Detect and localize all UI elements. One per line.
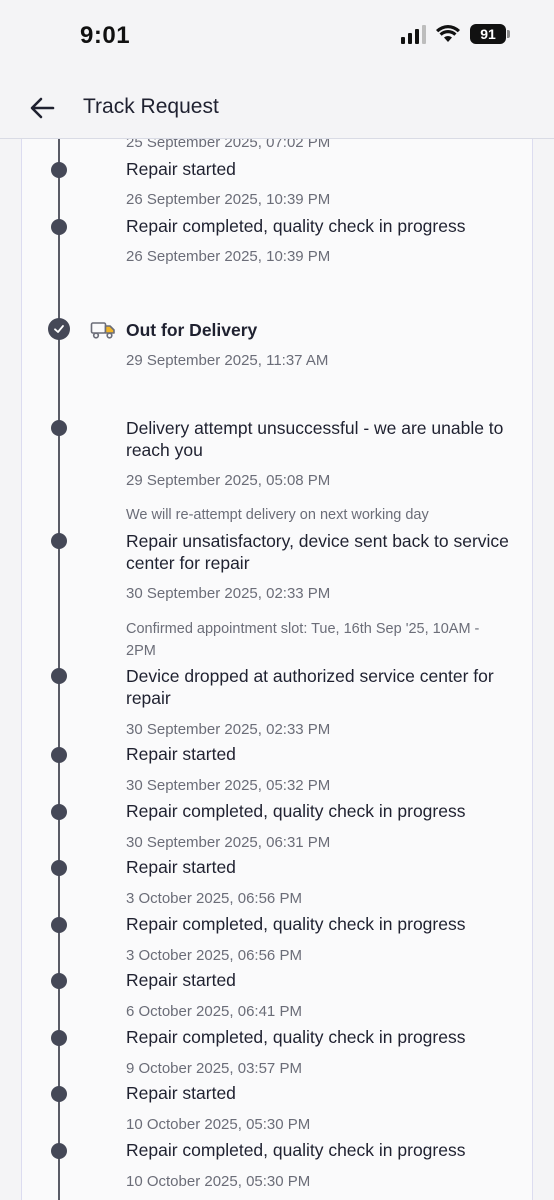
event-date: 10 October 2025, 05:30 PM <box>126 1116 311 1133</box>
timeline-dot <box>51 1030 67 1046</box>
event-title: Repair started <box>126 744 236 764</box>
event-title: Repair started <box>126 970 236 990</box>
event-date: 26 September 2025, 10:39 PM <box>126 248 331 265</box>
timeline-dot <box>51 860 67 876</box>
timeline-dot <box>51 1086 67 1102</box>
event-date: 30 September 2025, 02:33 PM <box>126 721 331 738</box>
event-date: 30 September 2025, 02:33 PM <box>126 585 331 602</box>
wifi-icon <box>436 25 460 42</box>
event-title: Device dropped at authorized service cen… <box>126 666 494 708</box>
timeline-dot <box>51 219 67 235</box>
truck-icon <box>90 322 115 339</box>
timeline-dot <box>51 1143 67 1159</box>
event-date: 30 September 2025, 06:31 PM <box>126 834 331 851</box>
arrow-left-icon[interactable] <box>28 94 56 122</box>
timeline-dot <box>51 668 67 684</box>
timeline-card: 25 September 2025, 07:02 PM Repair start… <box>21 138 533 1200</box>
cellular-signal-icon <box>401 24 426 44</box>
event-date: 10 October 2025, 05:30 PM <box>126 1173 311 1190</box>
event-date: 30 September 2025, 05:32 PM <box>126 777 331 794</box>
event-date: 6 October 2025, 06:41 PM <box>126 1003 302 1020</box>
timeline-dot <box>51 533 67 549</box>
event-title: Repair unsatisfactory, device sent back … <box>126 531 509 573</box>
app-header: Track Request <box>0 78 554 139</box>
timeline-dot <box>51 917 67 933</box>
event-title: Repair started <box>126 1083 236 1103</box>
event-note: Confirmed appointment slot: Tue, 16th Se… <box>126 621 480 659</box>
timeline-dot <box>51 420 67 436</box>
timeline-dot <box>51 804 67 820</box>
timeline-dot <box>51 973 67 989</box>
event-date: 26 September 2025, 10:39 PM <box>126 191 331 208</box>
page-title: Track Request <box>83 95 219 118</box>
event-title: Delivery attempt unsuccessful - we are u… <box>126 418 504 460</box>
event-date: 29 September 2025, 05:08 PM <box>126 472 331 489</box>
timeline-dot <box>51 747 67 763</box>
event-title: Repair completed, quality check in progr… <box>126 801 466 821</box>
event-title: Repair started <box>126 857 236 877</box>
event-date: 9 October 2025, 03:57 PM <box>126 1060 302 1077</box>
timeline-dot <box>51 162 67 178</box>
event-note: We will re-attempt delivery on next work… <box>126 507 429 523</box>
event-title: Repair completed, quality check in progr… <box>126 216 466 236</box>
event-date: 3 October 2025, 06:56 PM <box>126 947 302 964</box>
event-date: 29 September 2025, 11:37 AM <box>126 352 329 369</box>
battery-indicator: 91 <box>470 24 510 44</box>
event-title: Repair started <box>126 159 236 179</box>
event-title: Repair completed, quality check in progr… <box>126 914 466 934</box>
check-circle-icon <box>48 318 70 340</box>
timeline-date: 25 September 2025, 07:02 PM <box>126 138 331 151</box>
event-date: 3 October 2025, 06:56 PM <box>126 890 302 907</box>
status-icons: 91 <box>401 24 510 44</box>
event-title: Repair completed, quality check in progr… <box>126 1027 466 1047</box>
event-title: Out for Delivery <box>126 320 258 340</box>
event-title: Repair completed, quality check in progr… <box>126 1140 466 1160</box>
status-time: 9:01 <box>80 22 131 49</box>
status-bar: 9:01 91 <box>0 0 554 78</box>
